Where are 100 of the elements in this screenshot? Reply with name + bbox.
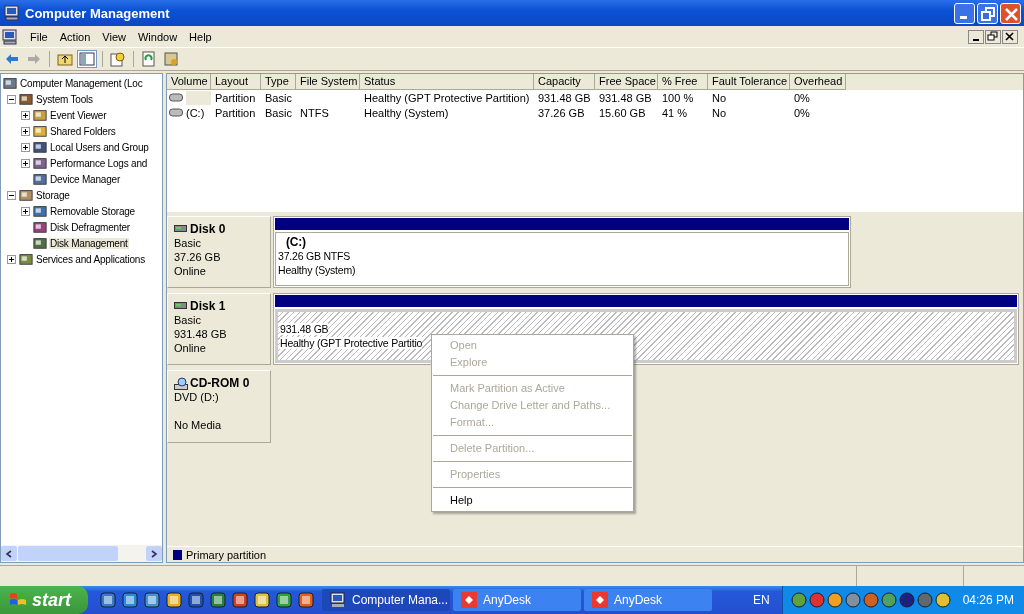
folder-icon [33, 140, 47, 154]
scroll-left-button[interactable] [1, 546, 17, 561]
tree-item[interactable]: System Tools [35, 93, 94, 105]
tree-item[interactable]: Shared Folders [49, 125, 117, 137]
app-icon[interactable] [298, 592, 314, 608]
tray-icon[interactable] [934, 592, 951, 608]
folder-icon [33, 220, 47, 234]
app-icon[interactable] [232, 592, 248, 608]
table-cell: 931.48 GB [538, 91, 591, 104]
tree-item[interactable]: Disk Defragmenter [49, 221, 131, 233]
tray-icon[interactable] [898, 592, 915, 608]
table-cell: 41 % [662, 106, 688, 119]
column-header[interactable]: Fault Tolerance [708, 74, 790, 90]
scroll-thumb[interactable] [18, 546, 118, 561]
tree-item[interactable]: Storage [35, 189, 71, 201]
menu-item[interactable]: Window [131, 28, 184, 45]
partition-block[interactable]: (C:) 37.26 GB NTFS Healthy (System) [275, 218, 849, 286]
app-icon [461, 592, 477, 608]
tray-icon[interactable] [916, 592, 933, 608]
column-header[interactable]: Capacity [534, 74, 595, 90]
properties-icon [163, 51, 179, 67]
tree-item[interactable]: Computer Management (Loc [19, 77, 144, 89]
table-cell-text: (C:) [186, 105, 206, 120]
app-icon[interactable] [100, 592, 116, 608]
disk-info: Basic [174, 313, 202, 327]
column-header[interactable]: % Free [658, 74, 708, 90]
disk-drive-icon [174, 301, 188, 311]
folder-icon [19, 252, 33, 266]
table-cell: Partition [215, 106, 256, 119]
app-icon[interactable] [166, 592, 182, 608]
tray-icon[interactable] [808, 592, 825, 608]
folder-icon [33, 236, 47, 250]
tree-item[interactable]: Device Manager [49, 173, 121, 185]
column-header[interactable]: Status [360, 74, 534, 90]
close-button[interactable] [1002, 29, 1018, 44]
clock: 04:26 PM [962, 593, 1014, 607]
tree-item[interactable]: Services and Applications [35, 253, 146, 265]
app-icon[interactable] [210, 592, 226, 608]
expander-icon[interactable] [21, 126, 30, 136]
drive-icon [169, 108, 183, 117]
app-icon[interactable] [122, 592, 138, 608]
restore-button[interactable] [985, 29, 1001, 44]
tree-item[interactable]: Disk Management [49, 237, 129, 249]
properties-button[interactable] [161, 50, 181, 68]
menu-item[interactable]: View [96, 28, 132, 45]
menu-item[interactable]: Help [183, 28, 218, 45]
horizontal-scrollbar[interactable] [1, 545, 162, 562]
folder-up-icon [57, 51, 73, 67]
taskbar-button[interactable]: AnyDesk [453, 589, 581, 611]
expander-icon[interactable] [21, 110, 30, 120]
tray-icon[interactable] [862, 592, 879, 608]
tray-icon[interactable] [844, 592, 861, 608]
tree-item[interactable]: Local Users and Group [49, 141, 150, 153]
tray-icon[interactable] [880, 592, 897, 608]
table-cell: 0% [794, 106, 810, 119]
expander-icon[interactable] [21, 206, 30, 216]
tree-item[interactable]: Event Viewer [49, 109, 108, 121]
table-cell: No [712, 106, 727, 119]
table-cell: 931.48 GB [599, 91, 652, 104]
minimize-button[interactable] [968, 29, 984, 44]
expander-icon[interactable] [7, 254, 16, 264]
column-header[interactable]: Type [261, 74, 296, 90]
taskbar-button[interactable]: Computer Mana... [322, 589, 450, 611]
folder-icon [33, 204, 47, 218]
table-cell: 0% [794, 91, 810, 104]
console-tree-button[interactable] [77, 50, 97, 68]
tree-item[interactable]: Performance Logs and [49, 157, 149, 169]
column-header[interactable]: Overhead [790, 74, 846, 90]
partition-size: 931.48 GB [280, 322, 330, 336]
column-header[interactable]: Volume [167, 74, 211, 90]
app-icon[interactable] [188, 592, 204, 608]
tree-item[interactable]: Removable Storage [49, 205, 136, 217]
app-icon[interactable] [144, 592, 160, 608]
table-cell: 37.26 GB [538, 106, 585, 119]
disk-name: Disk 0 [190, 222, 226, 236]
app-icon[interactable] [276, 592, 292, 608]
app-icon[interactable] [254, 592, 270, 608]
help-icon [110, 51, 126, 67]
expander-icon[interactable] [21, 142, 30, 152]
table-cell: 15.60 GB [599, 106, 646, 119]
expander-icon[interactable] [7, 190, 16, 200]
menu-item[interactable]: Action [53, 28, 97, 45]
scroll-right-button[interactable] [146, 546, 162, 561]
language-indicator[interactable]: EN [752, 593, 770, 607]
expander-icon[interactable] [7, 94, 16, 104]
disk-name: Disk 1 [190, 299, 226, 313]
drive-icon [169, 93, 183, 102]
folder-icon [3, 76, 17, 90]
column-header[interactable]: File System [296, 74, 360, 90]
menu-item[interactable]: Help [432, 492, 633, 509]
table-cell: Basic [265, 91, 292, 104]
tray-icon[interactable] [826, 592, 843, 608]
menu-item[interactable]: File [24, 28, 54, 45]
taskbar-button[interactable]: AnyDesk [584, 589, 712, 611]
help-button[interactable] [108, 50, 128, 68]
tray-icon[interactable] [790, 592, 807, 608]
column-header[interactable]: Free Space [595, 74, 658, 90]
column-header[interactable]: Layout [211, 74, 261, 90]
expander-icon[interactable] [21, 158, 30, 168]
folder-icon [33, 124, 47, 138]
